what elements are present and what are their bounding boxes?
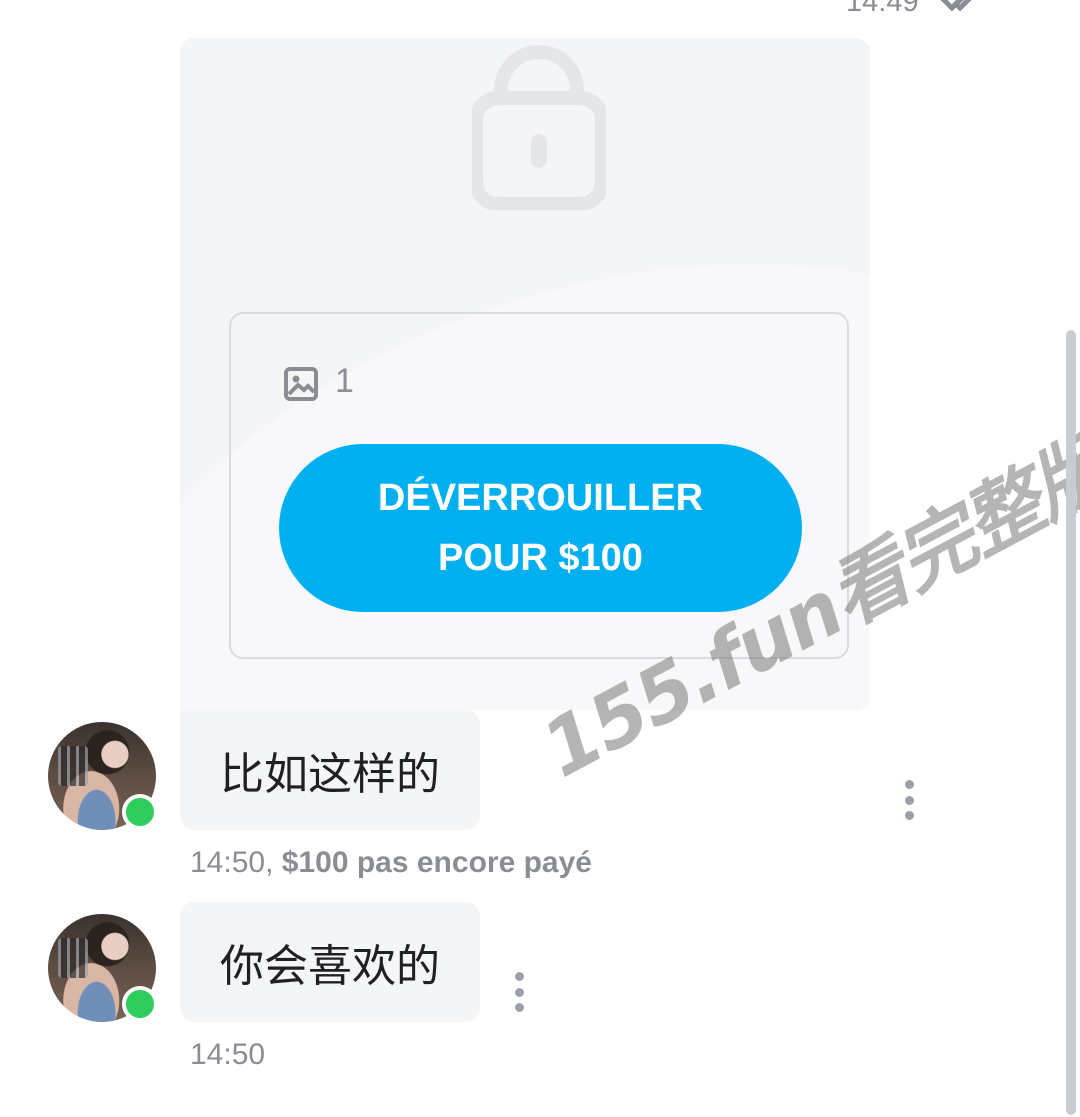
sender-avatar[interactable] bbox=[48, 914, 158, 1022]
message-meta: 14:50, $100 pas encore payé bbox=[190, 846, 592, 880]
online-status-dot bbox=[122, 794, 158, 830]
more-vertical-icon[interactable] bbox=[899, 780, 919, 820]
locked-media-card: 1 DÉVERROUILLER POUR $100 bbox=[180, 38, 870, 710]
message-meta: 14:50 bbox=[190, 1038, 265, 1072]
message-time: 14:50, bbox=[190, 846, 274, 879]
message-bubble[interactable]: 你会喜欢的 bbox=[180, 902, 480, 1022]
more-vertical-icon[interactable] bbox=[509, 972, 529, 1012]
message-time: 14:50 bbox=[190, 1038, 266, 1071]
chat-screen: 14:49 1 DÉVERROUILLER POUR $100 比如这样的 14… bbox=[0, 0, 1080, 1117]
double-check-icon bbox=[940, 0, 972, 12]
unlock-button[interactable]: DÉVERROUILLER POUR $100 bbox=[279, 444, 802, 612]
previous-message-time: 14:49 bbox=[846, 0, 919, 18]
scrollbar[interactable] bbox=[1066, 330, 1076, 1115]
sender-avatar[interactable] bbox=[48, 722, 158, 830]
image-icon bbox=[284, 367, 318, 401]
price-status: $100 pas encore payé bbox=[281, 846, 592, 879]
message-text: 你会喜欢的 bbox=[220, 941, 440, 992]
lock-icon bbox=[472, 45, 606, 210]
unlock-button-label-line1: DÉVERROUILLER bbox=[377, 477, 704, 519]
message-text: 比如这样的 bbox=[220, 749, 440, 800]
media-count: 1 bbox=[335, 362, 354, 400]
message-bubble[interactable]: 比如这样的 bbox=[180, 710, 480, 830]
online-status-dot bbox=[122, 986, 158, 1022]
unlock-button-label-line2: POUR $100 bbox=[438, 537, 643, 579]
unlock-panel: 1 DÉVERROUILLER POUR $100 bbox=[229, 312, 849, 659]
